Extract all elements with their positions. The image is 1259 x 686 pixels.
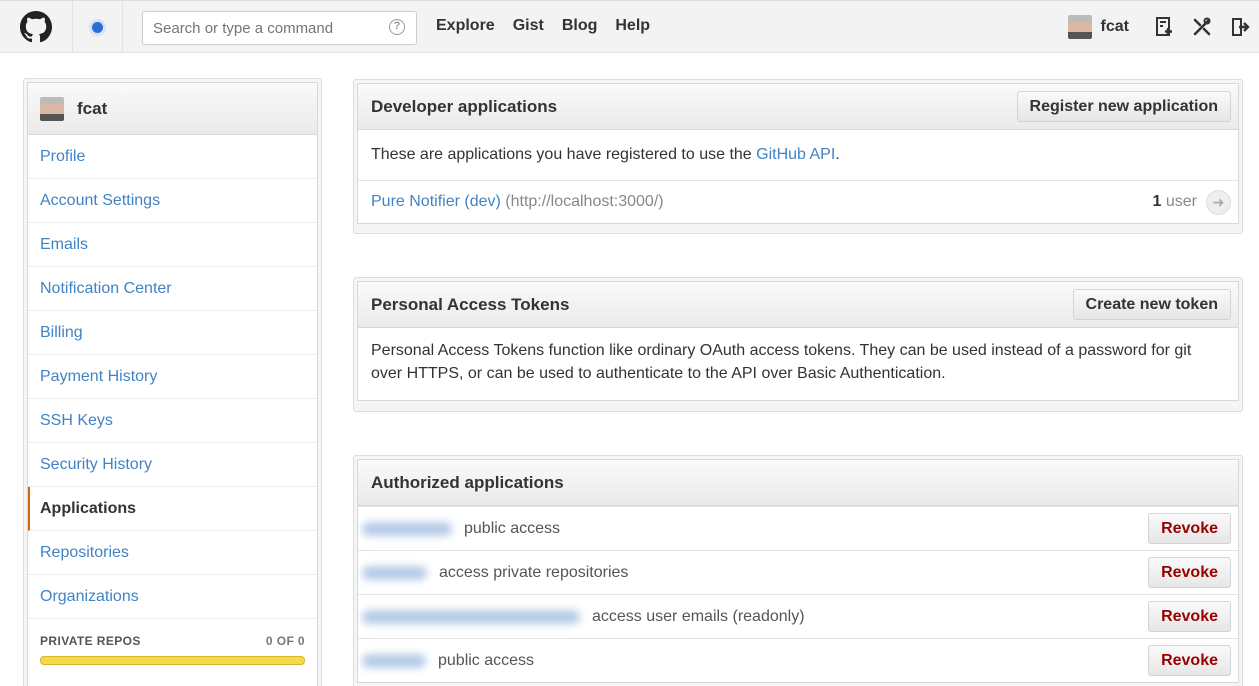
avatar[interactable] <box>1067 15 1092 39</box>
intro-period: . <box>835 146 840 163</box>
developer-applications-intro: These are applications you have register… <box>358 130 1238 180</box>
sign-out-icon[interactable] <box>1221 15 1259 39</box>
app-scope: public access <box>438 651 535 669</box>
redacted-app-name <box>362 653 426 668</box>
app-scope: access private repositories <box>439 563 629 581</box>
sidebar-username: fcat <box>77 98 108 118</box>
authorized-applications-box: Authorized applications public access Re… <box>353 455 1243 686</box>
username-link[interactable]: fcat <box>1101 18 1129 36</box>
sidebar-item-profile[interactable]: Profile <box>28 135 317 179</box>
authorized-app-row: access private repositories Revoke <box>358 550 1238 594</box>
revoke-button[interactable]: Revoke <box>1148 601 1231 632</box>
private-repos-label: PRIVATE REPOS <box>40 634 141 648</box>
sidebar-item-payment-history[interactable]: Payment History <box>28 355 317 399</box>
search-input[interactable] <box>143 12 373 44</box>
private-repos-section: PRIVATE REPOS 0 OF 0 <box>28 619 317 665</box>
sidebar-item-account-settings[interactable]: Account Settings <box>28 179 317 223</box>
nav-help[interactable]: Help <box>615 17 650 35</box>
personal-access-tokens-box: Personal Access Tokens Create new token … <box>353 277 1243 412</box>
developer-applications-title: Developer applications <box>371 96 558 116</box>
app-user-count: 1 <box>1152 193 1162 210</box>
github-api-link[interactable]: GitHub API <box>756 146 835 163</box>
authorized-app-row: access user emails (readonly) Revoke <box>358 594 1238 638</box>
sidebar-item-emails[interactable]: Emails <box>28 223 317 267</box>
developer-app-row[interactable]: Pure Notifier (dev) (http://localhost:30… <box>358 180 1238 223</box>
sidebar-item-billing[interactable]: Billing <box>28 311 317 355</box>
redacted-app-name <box>362 565 427 580</box>
create-new-token-button[interactable]: Create new token <box>1072 289 1231 320</box>
notifications-button[interactable] <box>73 1 123 53</box>
app-user-label: user <box>1165 193 1197 210</box>
private-repos-count: 0 OF 0 <box>265 634 305 648</box>
sidebar-item-ssh-keys[interactable]: SSH Keys <box>28 399 317 443</box>
intro-text: These are applications you have register… <box>371 146 757 163</box>
sidebar-header: fcat <box>28 83 317 135</box>
settings-sidebar: fcat Profile Account Settings Emails Not… <box>23 78 322 686</box>
main-nav: Explore Gist Blog Help <box>436 17 668 35</box>
sidebar-item-notification-center[interactable]: Notification Center <box>28 267 317 311</box>
app-url: (http://localhost:3000/) <box>505 193 664 210</box>
user-menu: fcat <box>1067 1 1259 53</box>
avatar <box>40 96 64 121</box>
github-logo-icon[interactable] <box>0 1 73 53</box>
top-header: ? Explore Gist Blog Help fcat <box>0 0 1259 53</box>
arrow-right-icon[interactable]: ➜ <box>1206 189 1231 215</box>
sidebar-item-applications[interactable]: Applications <box>28 487 317 531</box>
private-repos-progress-bar <box>40 656 305 665</box>
sidebar-item-security-history[interactable]: Security History <box>28 443 317 487</box>
revoke-button[interactable]: Revoke <box>1148 557 1231 588</box>
new-repo-icon[interactable] <box>1145 15 1183 39</box>
revoke-button[interactable]: Revoke <box>1148 513 1231 544</box>
nav-blog[interactable]: Blog <box>562 17 598 35</box>
authorized-app-row: public access Revoke <box>358 638 1238 682</box>
sidebar-item-organizations[interactable]: Organizations <box>28 575 317 619</box>
app-scope: access user emails (readonly) <box>592 607 805 625</box>
nav-explore[interactable]: Explore <box>436 17 495 35</box>
tokens-description: Personal Access Tokens function like ord… <box>371 342 1192 382</box>
personal-access-tokens-title: Personal Access Tokens <box>371 294 570 314</box>
authorized-app-row: public access Revoke <box>358 506 1238 550</box>
sidebar-item-repositories[interactable]: Repositories <box>28 531 317 575</box>
settings-tools-icon[interactable] <box>1183 15 1221 39</box>
app-scope: public access <box>464 519 561 537</box>
developer-applications-box: Developer applications Register new appl… <box>353 79 1243 234</box>
revoke-button[interactable]: Revoke <box>1148 645 1231 676</box>
redacted-app-name <box>362 609 580 624</box>
notification-dot-icon <box>92 21 103 33</box>
search-box[interactable]: ? <box>142 11 417 45</box>
help-icon[interactable]: ? <box>389 19 405 35</box>
app-name-link[interactable]: Pure Notifier (dev) <box>371 193 501 210</box>
register-new-application-button[interactable]: Register new application <box>1016 91 1231 122</box>
redacted-app-name <box>362 521 452 536</box>
nav-gist[interactable]: Gist <box>513 17 544 35</box>
authorized-applications-title: Authorized applications <box>371 472 564 492</box>
